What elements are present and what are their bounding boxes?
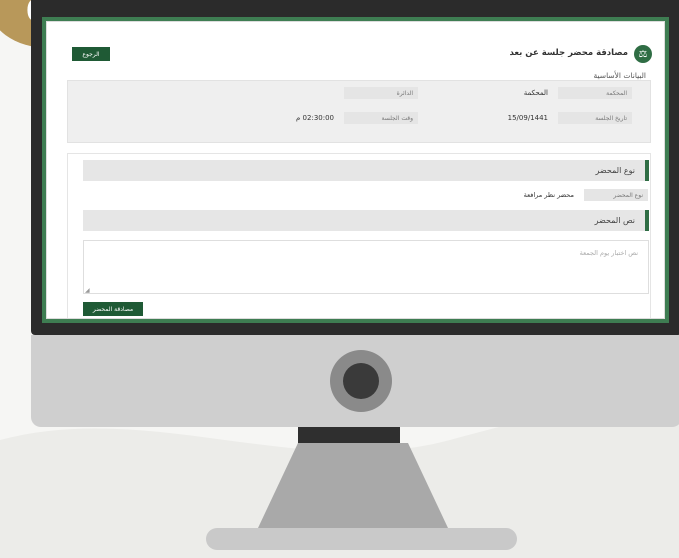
session-date-value: 15/09/1441 <box>507 114 548 122</box>
app-window: ⚖ مصادقة محضر جلسة عن بعد الرجوع البيانا… <box>47 22 664 318</box>
basic-info-title: البيانات الأساسية <box>593 71 647 80</box>
basic-info-panel: المحكمة المحكمة الدائرة تاريخ الجلسة 15/… <box>67 80 651 143</box>
circuit-label: الدائرة <box>344 87 418 99</box>
monitor-stand <box>258 443 448 528</box>
session-time-label: وقت الجلسة <box>344 112 418 124</box>
monitor-base <box>206 528 517 550</box>
monitor-screen: ⚖ مصادقة محضر جلسة عن بعد الرجوع البيانا… <box>42 17 669 323</box>
monitor-neck <box>298 427 400 443</box>
scales-icon: ⚖ <box>634 45 652 63</box>
court-value: المحكمة <box>523 89 548 97</box>
record-text-header: نص المحضر <box>83 210 649 231</box>
approve-record-button[interactable]: مصادقة المحضر <box>83 302 143 316</box>
record-text-area[interactable]: نص اختبار يوم الجمعة <box>83 240 649 294</box>
resize-handle-icon[interactable]: ◢ <box>85 287 90 294</box>
back-button[interactable]: الرجوع <box>72 47 110 61</box>
court-label: المحكمة <box>558 87 632 99</box>
screen-content: ⚖ مصادقة محضر جلسة عن بعد الرجوع البيانا… <box>46 21 665 319</box>
session-time-value: 02:30:00 م <box>295 114 334 122</box>
power-button-icon <box>330 350 392 412</box>
record-type-header: نوع المحضر <box>83 160 649 181</box>
session-date-label: تاريخ الجلسة <box>558 112 632 124</box>
record-type-label: نوع المحضر <box>584 189 648 201</box>
page-title: مصادقة محضر جلسة عن بعد <box>509 48 628 58</box>
record-type-value[interactable]: محضر نظر مرافعة <box>524 191 574 199</box>
